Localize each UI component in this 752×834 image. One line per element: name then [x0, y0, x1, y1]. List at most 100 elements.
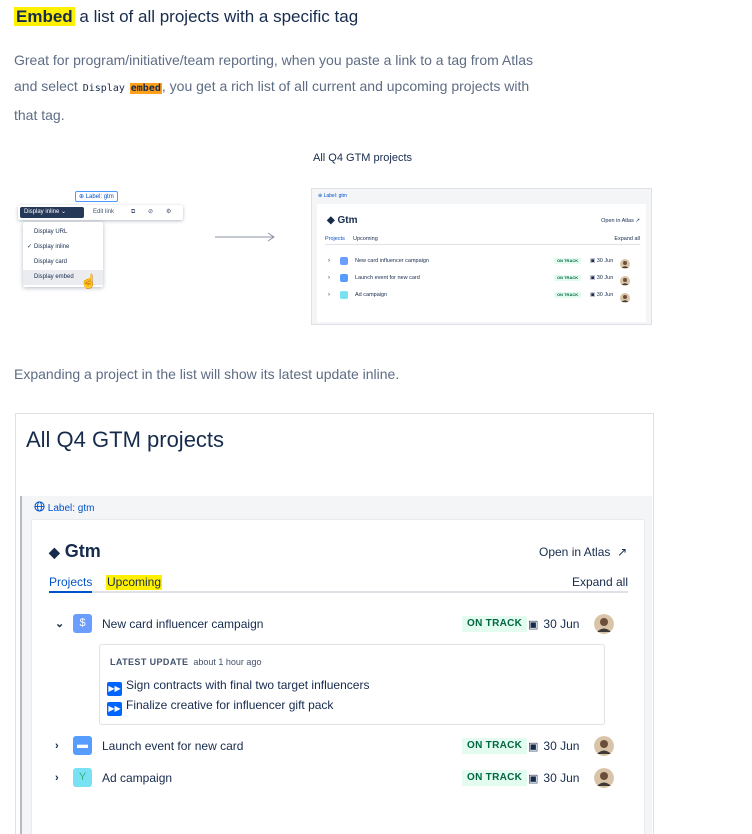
embed-label-text: Label: gtm [47, 503, 95, 514]
embed-label[interactable]: ⊕ Label: gtm [318, 193, 347, 199]
project-row[interactable]: › Launch event for new card ON TRACK ▣ 3… [325, 272, 640, 286]
chevron-right-icon[interactable]: › [328, 289, 330, 301]
option-display-inline[interactable]: ✓ Display inline [23, 240, 103, 255]
tab-upcoming[interactable]: Upcoming [106, 575, 163, 590]
fast-forward-icon: ▶▶ [107, 682, 122, 696]
expand-caption: Expanding a project in the list will sho… [14, 366, 400, 382]
avatar [620, 273, 630, 286]
project-date: ▣ 30 Jun [528, 766, 579, 791]
project-date: ▣ 30 Jun [590, 255, 613, 267]
small-figure-title: All Q4 GTM projects [313, 152, 413, 164]
sprout-icon: Y [73, 768, 92, 787]
open-link-text: Open in Atlas [601, 218, 634, 224]
globe-icon: ⊕ [79, 194, 85, 200]
display-dropdown-button[interactable]: Display inline ⌄ [20, 207, 84, 218]
embed-container: Label: gtm ◆ Gtm Open in Atlas ↗ Project… [20, 496, 652, 834]
label-chip[interactable]: ⊕ Label: gtm [75, 191, 118, 202]
option-label: Display embed [34, 274, 74, 280]
expand-all-button[interactable]: Expand all [614, 236, 640, 242]
unlink-icon[interactable]: ⊘ [148, 207, 153, 218]
project-name: New card influencer campaign [355, 258, 429, 264]
settings-icon[interactable]: ⚙ [166, 207, 171, 218]
embed-label-text: Label: gtm [323, 193, 347, 199]
embed-title-text: Gtm [64, 541, 101, 561]
expand-all-button[interactable]: Expand all [572, 575, 628, 590]
update-item: ▶▶ Sign contracts with final two target i… [107, 678, 369, 696]
avatar [620, 256, 630, 269]
code-embed: embed [129, 83, 162, 94]
code-display: Display [82, 83, 125, 94]
intro-line-2-pre: and select [14, 78, 82, 94]
embed-title: ◆ Gtm [49, 541, 101, 562]
tab-upcoming[interactable]: Upcoming [353, 236, 378, 242]
update-label: LATEST UPDATE [110, 657, 189, 667]
update-item-text: Finalize creative for influencer gift pa… [126, 698, 334, 712]
embed-title: ◆ Gtm [327, 215, 357, 226]
date-text: 30 Jun [596, 292, 614, 298]
open-in-atlas-link[interactable]: Open in Atlas ↗ [539, 545, 627, 559]
date-text: 30 Jun [596, 258, 614, 264]
fast-forward-icon: ▶▶ [107, 702, 122, 716]
intro-line-2-post: , you get a rich list of all current and… [161, 78, 530, 94]
chevron-right-icon[interactable]: › [55, 734, 59, 758]
status-badge: ON TRACK [554, 292, 582, 298]
open-in-atlas-link[interactable]: Open in Atlas ↗ [601, 218, 640, 224]
status-badge: ON TRACK [554, 275, 582, 281]
project-row[interactable]: ⌄ $ New card influencer campaign ON TRAC… [49, 612, 628, 636]
project-icon [340, 274, 348, 282]
chevron-down-icon: ⌄ [61, 209, 67, 215]
calendar-icon: ▣ [590, 292, 596, 298]
date-text: 30 Jun [543, 771, 580, 785]
date-text: 30 Jun [543, 617, 580, 631]
embed-tabs: Projects Upcoming Expand all [325, 236, 640, 245]
update-header: LATEST UPDATE about 1 hour ago [110, 657, 261, 667]
option-display-url[interactable]: Display URL [23, 225, 103, 240]
option-label: Display inline [34, 244, 70, 250]
section-heading: Embed a list of all projects with a spec… [14, 7, 358, 27]
heading-text: a list of all projects with a specific t… [74, 7, 359, 26]
tab-projects[interactable]: Projects [325, 236, 345, 242]
ticket-icon: ▬ [73, 736, 92, 755]
project-icon [340, 291, 348, 299]
chevron-right-icon[interactable]: › [328, 255, 330, 267]
project-date: ▣ 30 Jun [590, 272, 613, 284]
latest-update-panel: LATEST UPDATE about 1 hour ago ▶▶ Sign co… [99, 644, 605, 725]
arrow-up-right-icon: ↗ [617, 545, 628, 559]
tag-icon: ◆ [327, 215, 335, 226]
update-item-text: Sign contracts with final two target inf… [126, 678, 370, 692]
arrow-up-right-icon: ↗ [635, 218, 640, 224]
project-row[interactable]: › Ad campaign ON TRACK ▣ 30 Jun [325, 289, 640, 303]
display-button-label: Display inline [24, 209, 60, 215]
heading-highlight: Embed [14, 7, 75, 26]
edit-link-button[interactable]: Edit link [93, 207, 114, 218]
chevron-down-icon[interactable]: ⌄ [55, 612, 64, 636]
small-embed-preview: ⊕ Label: gtm ◆ Gtm Open in Atlas ↗ Proje… [311, 188, 652, 325]
display-menu-illustration: ⊕ Label: gtm Display inline ⌄ Edit link … [18, 191, 183, 291]
project-date: ▣ 30 Jun [590, 289, 613, 301]
project-name: Ad campaign [355, 292, 388, 298]
option-display-card[interactable]: Display card [23, 255, 103, 270]
project-name: Launch event for new card [355, 275, 420, 281]
status-badge: ON TRACK [462, 616, 528, 632]
avatar [594, 614, 614, 634]
money-bag-icon: $ [73, 614, 92, 633]
option-label: Display URL [34, 229, 68, 235]
project-date: ▣ 30 Jun [528, 612, 579, 637]
open-link-text: Open in Atlas [539, 545, 611, 559]
expanded-embed-screenshot: All Q4 GTM projects Label: gtm ◆ Gtm Ope… [15, 413, 654, 834]
project-row[interactable]: › Y Ad campaign ON TRACK ▣ 30 Jun [49, 766, 628, 790]
calendar-icon: ▣ [528, 741, 539, 753]
embed-label[interactable]: Label: gtm [34, 501, 94, 514]
project-row[interactable]: › New card influencer campaign ON TRACK … [325, 255, 640, 269]
chevron-right-icon[interactable]: › [55, 766, 59, 790]
chevron-right-icon[interactable]: › [328, 272, 330, 284]
avatar [620, 290, 630, 303]
project-row[interactable]: › ▬ Launch event for new card ON TRACK ▣… [49, 734, 628, 758]
embed-card: ◆ Gtm Open in Atlas ↗ Projects Upcoming … [317, 204, 646, 322]
tag-icon: ◆ [49, 544, 60, 560]
open-external-icon[interactable]: ⧉ [131, 207, 135, 218]
avatar [594, 736, 614, 756]
project-name: Launch event for new card [102, 739, 244, 753]
option-label: Display card [34, 259, 68, 265]
tab-projects[interactable]: Projects [49, 575, 93, 593]
